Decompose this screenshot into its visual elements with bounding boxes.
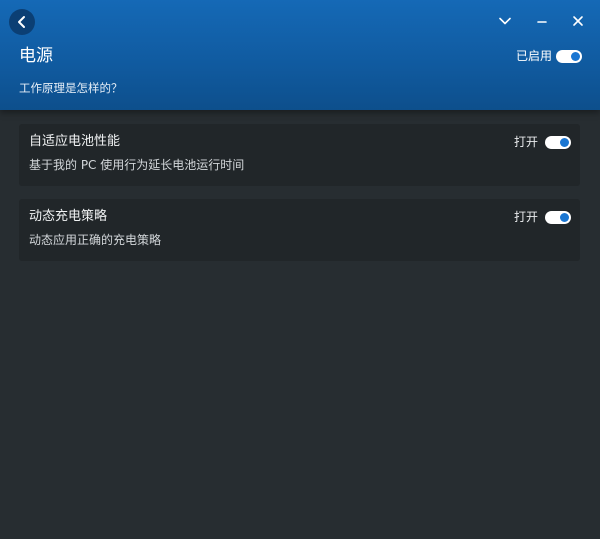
setting-card-dynamic-charging: 动态充电策略 动态应用正确的充电策略 打开 [19, 199, 580, 261]
card-title: 自适应电池性能 [29, 134, 121, 149]
toggle-knob [560, 213, 569, 222]
chevron-down-icon [499, 17, 511, 25]
status-label: 已启用 [515, 49, 552, 63]
setting-card-adaptive-battery: 自适应电池性能 基于我的 PC 使用行为延长电池运行时间 打开 [19, 124, 580, 186]
close-icon [573, 16, 583, 26]
toggle-state-label: 打开 [513, 210, 538, 224]
chevron-left-icon [18, 16, 25, 28]
how-it-works-link[interactable]: 工作原理是怎样的？ [19, 81, 123, 95]
header-bar: 电源 已启用 工作原理是怎样的？ [0, 0, 600, 110]
collapse-button[interactable] [495, 11, 515, 31]
toggle-knob [571, 52, 580, 61]
close-button[interactable] [568, 11, 588, 31]
toggle-knob [560, 138, 569, 147]
adaptive-battery-toggle[interactable] [545, 136, 571, 149]
back-button[interactable] [9, 9, 35, 35]
minimize-button[interactable] [532, 11, 552, 31]
minimize-icon [537, 21, 547, 23]
dynamic-charging-toggle[interactable] [545, 211, 571, 224]
power-toggle[interactable] [556, 50, 582, 63]
card-description: 动态应用正确的充电策略 [29, 233, 162, 247]
toggle-state-label: 打开 [513, 135, 538, 149]
card-title: 动态充电策略 [29, 209, 108, 224]
card-description: 基于我的 PC 使用行为延长电池运行时间 [29, 158, 245, 172]
page-title: 电源 [19, 46, 53, 66]
